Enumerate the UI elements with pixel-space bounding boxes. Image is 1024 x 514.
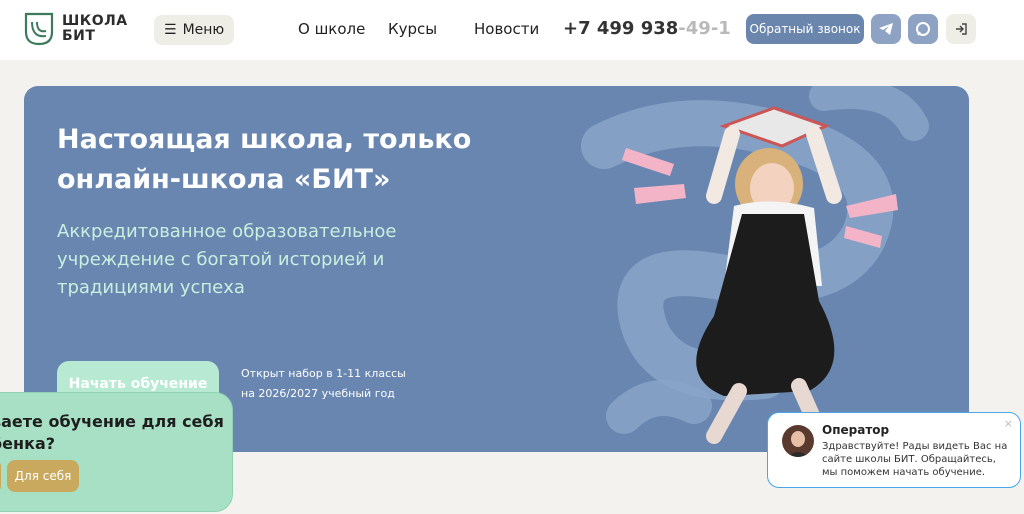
enroll-line2: на 2026/2027 учебный год <box>241 387 395 400</box>
operator-chat-widget[interactable]: Оператор Здравствуйте! Рады видеть Вас н… <box>767 412 1021 488</box>
close-icon[interactable]: × <box>1004 417 1013 430</box>
login-button[interactable] <box>946 14 976 44</box>
nav-link-about[interactable]: О школе <box>298 20 365 38</box>
nav-link-courses[interactable]: Курсы <box>388 20 437 38</box>
logo[interactable]: ШКОЛА БИТ <box>24 12 128 46</box>
hero-illustration <box>581 86 929 444</box>
logo-icon <box>24 12 54 46</box>
hamburger-icon: ☰ <box>164 22 177 38</box>
avatar-icon <box>782 425 814 457</box>
for-self-button[interactable]: Для себя <box>7 460 79 492</box>
operator-name: Оператор <box>822 423 890 437</box>
logo-line2: БИТ <box>62 28 96 44</box>
operator-avatar <box>782 425 814 457</box>
enrollment-info: Открыт набор в 1-11 классы на 2026/2027 … <box>241 364 406 404</box>
decor-swirl-top <box>809 86 929 141</box>
popup-question: ваете обучение для себя бенка? <box>0 412 224 453</box>
audience-popup: ваете обучение для себя бенка? Для себя <box>0 392 233 512</box>
operator-message: Здравствуйте! Рады видеть Вас на сайте ш… <box>822 441 1008 478</box>
telegram-button[interactable] <box>871 14 901 44</box>
decor-swirl-bottom <box>606 380 712 434</box>
enroll-line1: Открыт набор в 1-11 классы <box>241 367 406 380</box>
callback-button[interactable]: Обратный звонок <box>746 14 864 44</box>
chat-button[interactable] <box>908 14 938 44</box>
chat-icon <box>916 22 930 36</box>
telegram-icon <box>879 23 893 35</box>
nav-link-news[interactable]: Новости <box>474 20 539 38</box>
for-child-button[interactable] <box>0 460 1 492</box>
login-icon <box>956 23 967 35</box>
menu-button[interactable]: ☰ Меню <box>154 15 235 45</box>
logo-line1: ШКОЛА <box>62 13 128 29</box>
site-header: ШКОЛА БИТ ☰ Меню О школе Курсы Новости +… <box>0 0 1024 60</box>
hero-subtitle: Аккредитованное образовательное учрежден… <box>57 221 397 298</box>
phone-main: +7 499 938 <box>563 18 679 39</box>
pink-ray <box>634 184 686 204</box>
phone-faded: -49-1 <box>678 18 731 39</box>
hero-title: Настоящая школа, только онлайн-школа «БИ… <box>57 124 472 195</box>
phone-number[interactable]: +7 499 938-49-1 <box>563 18 731 39</box>
menu-label: Меню <box>182 22 225 38</box>
